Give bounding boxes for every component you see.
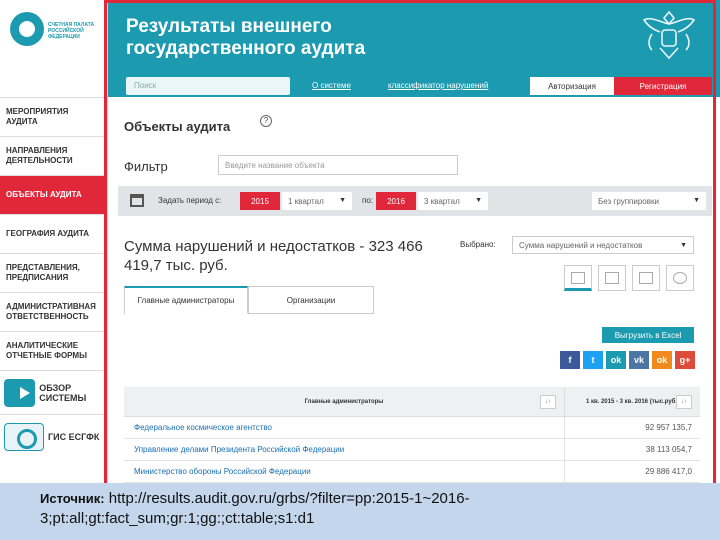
main-content: Объекты аудита ? Фильтр Введите название…	[108, 97, 720, 540]
data-table: Главные администраторы ↓↑ 1 кв. 2015 - 3…	[124, 387, 700, 483]
grouping-value: Без группировки	[598, 197, 659, 206]
quarter-to-value: 3 квартал	[424, 197, 460, 206]
tab-main-administrators[interactable]: Главные администраторы	[124, 286, 248, 314]
quarter-from-value: 1 квартал	[288, 197, 324, 206]
caret-down-icon: ▼	[693, 197, 700, 204]
filter-input[interactable]: Введите название объекта	[218, 155, 458, 175]
row-value: 38 113 054,7	[564, 439, 700, 460]
vk-icon[interactable]: vk	[629, 351, 649, 369]
sidebar-item-audit-objects[interactable]: ОБЪЕКТЫ АУДИТА	[0, 175, 107, 214]
source-url: http://results.audit.gov.ru/grbs/?filter…	[40, 490, 470, 527]
logo-icon	[10, 12, 44, 46]
login-button[interactable]: Авторизация	[530, 77, 614, 95]
about-link[interactable]: О системе	[312, 81, 351, 90]
register-button[interactable]: Регистрация	[614, 77, 712, 95]
google-plus-icon[interactable]: g+	[675, 351, 695, 369]
tabs: Главные администраторы Организации	[124, 286, 374, 314]
chosen-label: Выбрано:	[460, 240, 496, 249]
sort-icon[interactable]: ↓↑	[676, 395, 692, 409]
coat-of-arms-icon	[642, 10, 696, 60]
promo-gis[interactable]: ГИС ЕСГФК	[0, 414, 107, 458]
period-from-label: Задать период с:	[158, 196, 222, 205]
sidebar-item-admin-responsibility[interactable]: АДМИНИСТРАТИВНАЯ ОТВЕТСТВЕННОСТЬ	[0, 292, 107, 331]
row-name-link[interactable]: Управление делами Президента Российской …	[124, 439, 564, 460]
classifier-link[interactable]: классификатор нарушений	[388, 81, 488, 90]
odnoklassniki-icon[interactable]: ok	[652, 351, 672, 369]
caret-down-icon: ▼	[680, 242, 687, 249]
help-icon[interactable]: ?	[260, 115, 272, 127]
promo-overview-label: ОБЗОР СИСТЕМЫ	[39, 382, 87, 403]
column-header-administrators-label: Главные администраторы	[304, 398, 384, 405]
sidebar-item-audit-geography[interactable]: ГЕОГРАФИЯ АУДИТА	[0, 214, 107, 253]
quarter-from-select[interactable]: 1 квартал ▼	[282, 192, 352, 210]
section-title: Объекты аудита	[124, 119, 231, 134]
caret-down-icon: ▼	[339, 197, 346, 204]
logo-text: СЧЕТНАЯ ПАЛАТА РОССИЙСКОЙ ФЕДЕРАЦИИ	[48, 22, 95, 40]
tab-organizations[interactable]: Организации	[248, 286, 374, 314]
sidebar-item-directions[interactable]: НАПРАВЛЕНИЯ ДЕЯТЕЛЬНОСТИ	[0, 136, 107, 175]
logo[interactable]: СЧЕТНАЯ ПАЛАТА РОССИЙСКОЙ ФЕДЕРАЦИИ	[0, 0, 107, 97]
social-share: f t ok vk ok g+	[560, 351, 695, 369]
metric-select[interactable]: Сумма нарушений и недостатков ▼	[512, 236, 694, 254]
twitter-icon[interactable]: t	[583, 351, 603, 369]
sort-icon[interactable]: ↓↑	[540, 395, 556, 409]
period-bar: Задать период с: 2015 1 квартал ▼ по: 201…	[118, 186, 712, 216]
table-header: Главные администраторы ↓↑ 1 кв. 2015 - 3…	[124, 387, 700, 417]
sum-title: Сумма нарушений и недостатков - 323 466 …	[124, 238, 423, 274]
table-row: Управление делами Президента Российской …	[124, 439, 700, 461]
bar-chart-view-icon[interactable]	[598, 265, 626, 291]
source-caption: Источник: http://results.audit.gov.ru/gr…	[0, 483, 720, 540]
sidebar-item-representations[interactable]: ПРЕДСТАВЛЕНИЯ, ПРЕДПИСАНИЯ	[0, 253, 107, 292]
export-excel-button[interactable]: Выгрузить в Excel	[602, 327, 694, 343]
row-value: 29 886 417,0	[564, 461, 700, 482]
table-row: Министерство обороны Российской Федераци…	[124, 461, 700, 483]
row-name-link[interactable]: Министерство обороны Российской Федераци…	[124, 461, 564, 482]
filter-label: Фильтр	[124, 159, 168, 174]
quarter-to-select[interactable]: 3 квартал ▼	[418, 192, 488, 210]
year-to-select[interactable]: 2016	[376, 192, 416, 210]
caret-down-icon: ▼	[475, 197, 482, 204]
metric-value: Сумма нарушений и недостатков	[519, 241, 643, 250]
pie-chart-view-icon[interactable]	[666, 265, 694, 291]
table-view-icon[interactable]	[564, 265, 592, 291]
column-header-sum-label: 1 кв. 2015 - 3 кв. 2016 (тыс.руб.)	[585, 398, 680, 405]
promo-overview[interactable]: ОБЗОР СИСТЕМЫ	[0, 370, 107, 414]
source-label: Источник:	[40, 491, 105, 506]
view-switcher	[564, 265, 694, 291]
magnifier-icon	[4, 422, 44, 451]
promo-gis-label: ГИС ЕСГФК	[48, 431, 100, 442]
row-value: 92 957 135,7	[564, 417, 700, 438]
header: Результаты внешнего государственного ауд…	[108, 0, 720, 97]
livejournal-icon[interactable]: ok	[606, 351, 626, 369]
search-input[interactable]: Поиск	[126, 77, 290, 95]
grouping-select[interactable]: Без группировки ▼	[592, 192, 706, 210]
list-view-icon[interactable]	[632, 265, 660, 291]
period-to-label: по:	[362, 196, 374, 205]
column-header-administrators: Главные администраторы ↓↑	[124, 387, 564, 416]
sidebar: СЧЕТНАЯ ПАЛАТА РОССИЙСКОЙ ФЕДЕРАЦИИ МЕРО…	[0, 0, 108, 540]
column-header-sum: 1 кв. 2015 - 3 кв. 2016 (тыс.руб.) ↓↑	[564, 387, 700, 416]
facebook-icon[interactable]: f	[560, 351, 580, 369]
play-icon	[4, 378, 36, 407]
calendar-icon[interactable]	[130, 194, 144, 207]
page-title: Результаты внешнего государственного ауд…	[126, 16, 366, 59]
year-from-select[interactable]: 2015	[240, 192, 280, 210]
row-name-link[interactable]: Федеральное космическое агентство	[124, 417, 564, 438]
sidebar-item-audit-events[interactable]: МЕРОПРИЯТИЯ АУДИТА	[0, 97, 107, 136]
sidebar-item-analytic-forms[interactable]: АНАЛИТИЧЕСКИЕ ОТЧЕТНЫЕ ФОРМЫ	[0, 331, 107, 370]
table-row: Федеральное космическое агентство 92 957…	[124, 417, 700, 439]
